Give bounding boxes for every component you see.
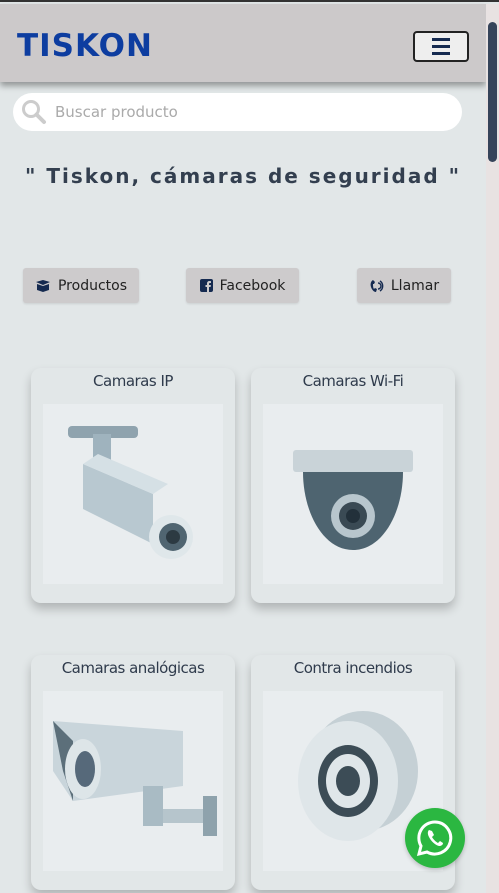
category-card-wifi[interactable]: Camaras Wi-Fi bbox=[251, 368, 455, 603]
whatsapp-button[interactable] bbox=[405, 808, 465, 868]
facebook-button[interactable]: Facebook bbox=[186, 268, 299, 303]
llamar-label: Llamar bbox=[390, 277, 440, 294]
wifi-camera-image bbox=[263, 404, 443, 584]
analog-camera-image bbox=[43, 691, 223, 871]
whatsapp-icon bbox=[416, 820, 453, 857]
productos-label: Productos bbox=[57, 277, 127, 294]
search-icon[interactable] bbox=[21, 99, 47, 125]
menu-toggle-button[interactable] bbox=[413, 31, 469, 62]
scrollbar-thumb[interactable] bbox=[488, 22, 497, 162]
search-bar bbox=[13, 93, 462, 131]
facebook-icon bbox=[199, 279, 213, 292]
category-title: Contra incendios bbox=[293, 659, 413, 677]
hamburger-icon bbox=[432, 38, 450, 41]
box-icon bbox=[35, 280, 50, 292]
search-input[interactable] bbox=[55, 103, 435, 121]
productos-button[interactable]: Productos bbox=[23, 268, 139, 303]
llamar-button[interactable]: Llamar bbox=[357, 268, 451, 303]
category-title: Camaras Wi-Fi bbox=[302, 372, 404, 390]
category-title: Camaras IP bbox=[93, 372, 173, 390]
category-card-analog[interactable]: Camaras analógicas bbox=[31, 655, 235, 890]
scrollbar[interactable] bbox=[486, 4, 499, 893]
category-title: Camaras analógicas bbox=[61, 659, 205, 677]
logo[interactable]: TISKON bbox=[17, 28, 153, 64]
facebook-label: Facebook bbox=[219, 277, 286, 294]
ip-camera-image bbox=[43, 404, 223, 584]
site-header: TISKON bbox=[0, 4, 486, 82]
phone-icon bbox=[370, 279, 384, 292]
category-card-ip[interactable]: Camaras IP bbox=[31, 368, 235, 603]
tagline: " Tiskon, cámaras de seguridad " bbox=[24, 164, 462, 188]
